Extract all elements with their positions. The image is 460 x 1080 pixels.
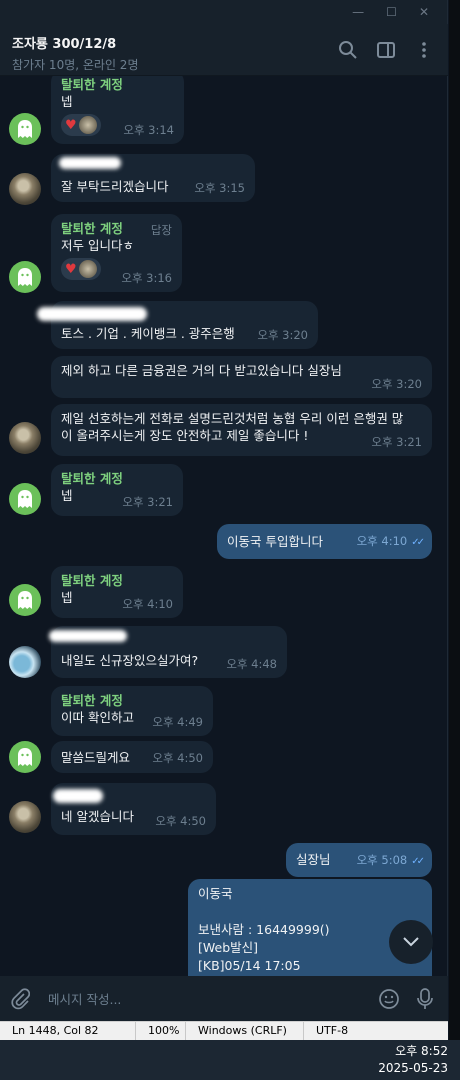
message-bubble[interactable]: 탈퇴한 계정 이따 확인하고 오후 4:49 [51,686,213,736]
reaction-chip[interactable]: ♥ [61,114,101,136]
ghost-icon [18,268,32,286]
more-menu-icon[interactable] [414,40,434,60]
title-bar: — ☐ ✕ [0,0,447,24]
message-time: 오후 3:21 [371,435,422,449]
message-time: 오후 4:50 [155,814,206,828]
message-bubble[interactable]: 탈퇴한 계정 답장 저두 입니다ㅎ ♥ 오후 3:16 [51,214,182,292]
system-clock[interactable]: 오후 8:52 2025-05-23 [378,1043,448,1077]
line-endings: Windows (CRLF) [186,1022,304,1040]
taskbar: 오후 8:52 2025-05-23 [0,1040,460,1080]
user-avatar[interactable] [9,801,41,833]
ghost-icon [18,591,32,609]
message-time: 오후 3:15 [194,181,245,195]
telegram-window: — ☐ ✕ 조자룡 300/12/8 참가자 10명, 온라인 2명 탈퇴한 계… [0,0,448,1021]
background-window-edge [449,0,460,1040]
message-text: 넵 [61,94,73,109]
message-bubble[interactable]: 제외 하고 다른 금융권은 거의 다 받고있습니다 실장님 오후 3:20 [51,356,432,398]
message-bubble[interactable]: 말씀드릴게요 오후 4:50 [51,741,213,773]
message-input[interactable]: 메시지 작성... [48,989,378,1008]
message-text: 저두 입니다ㅎ [61,238,134,253]
message-bubble[interactable]: 토스 . 기업 . 케이뱅크 . 광주은행 오후 3:20 [37,301,318,349]
close-button[interactable]: ✕ [419,5,429,19]
reply-label[interactable]: 답장 [151,222,172,239]
message-meta: 오후 5:08 ✓✓ [356,852,425,870]
redacted-name [49,630,127,642]
composer: 메시지 작성... [0,976,448,1021]
reactor-avatar [78,116,97,134]
message-bubble[interactable]: 탈퇴한 계정 넵 오후 3:21 [51,464,183,516]
maximize-button[interactable]: ☐ [386,5,397,19]
message-time: 오후 4:10 [356,534,408,548]
message-bubble[interactable]: 탈퇴한 계정 넵 오후 4:10 [51,566,183,618]
ghost-avatar[interactable] [9,113,41,145]
search-icon[interactable] [338,40,358,60]
outgoing-message-bubble[interactable]: 실장님 오후 5:08 ✓✓ [286,843,432,877]
message-bubble[interactable]: 탈퇴한 계정 넵 ♥ 오후 3:14 [51,76,184,144]
outgoing-message-bubble[interactable]: 이동국 투입합니다 오후 4:10 ✓✓ [217,524,432,559]
message-time: 오후 3:16 [121,271,172,285]
zoom-level: 100% [136,1022,186,1040]
message-list[interactable]: 탈퇴한 계정 넵 ♥ 오후 3:14 잘 부탁드리겠습니다 오후 3:15 탈퇴… [0,76,448,976]
clock-date: 2025-05-23 [378,1061,448,1075]
sender-name[interactable]: 탈퇴한 계정 [61,76,174,93]
chat-header[interactable]: 조자룡 300/12/8 참가자 10명, 온라인 2명 [0,24,448,76]
message-bubble[interactable]: 네 알겠습니다 오후 4:50 [51,783,216,835]
message-time: 오후 3:14 [123,123,174,137]
scroll-to-bottom-button[interactable] [389,920,433,964]
message-time: 오후 4:50 [152,751,203,765]
heart-icon: ♥ [65,117,77,133]
message-time: 오후 4:10 [122,597,173,611]
message-text: 보낸사람 : 16449999() [198,922,330,937]
message-time: 오후 4:48 [226,657,277,671]
sender-name[interactable]: 탈퇴한 계정 [61,470,173,487]
message-time: 오후 3:21 [122,495,173,509]
redacted-name [59,157,121,169]
message-bubble[interactable]: 잘 부탁드리겠습니다 오후 3:15 [51,154,255,202]
reactor-avatar [78,260,97,278]
clock-time: 오후 8:52 [395,1044,448,1058]
message-text: 제외 하고 다른 금융권은 거의 다 받고있습니다 실장님 [61,363,342,378]
read-checks-icon: ✓✓ [411,856,425,867]
minimize-button[interactable]: — [352,5,364,19]
message-text: 이동국 [198,886,233,901]
message-time: 오후 3:20 [257,328,308,342]
message-bubble[interactable]: 내일도 신규장있으실가여? 오후 4:48 [49,626,287,678]
sender-name[interactable]: 탈퇴한 계정 [61,692,203,709]
message-text: [KB]05/14 17:05 [198,958,301,973]
sender-name[interactable]: 탈퇴한 계정 [61,572,173,589]
encoding: UTF-8 [316,1024,349,1037]
user-avatar[interactable] [9,422,41,454]
chevron-down-icon [403,937,419,947]
message-time: 오후 3:20 [371,377,422,391]
redacted-name [53,789,103,803]
message-bubble[interactable]: 제일 선호하는게 전화로 설명드린것처럼 농협 우리 이런 은행권 많이 올려주… [51,404,432,456]
ghost-icon [18,120,32,138]
message-time: 오후 5:08 [356,853,408,867]
emoji-icon[interactable] [378,988,400,1010]
reaction-chip[interactable]: ♥ [61,258,101,280]
microphone-icon[interactable] [416,987,434,1011]
ghost-avatar[interactable] [9,584,41,616]
sidebar-toggle-icon[interactable] [376,40,396,60]
message-time: 오후 4:49 [152,715,203,729]
attach-icon[interactable] [10,987,30,1010]
message-text: 제일 선호하는게 전화로 설명드린것처럼 농협 우리 이런 은행권 많이 올려주… [61,411,404,443]
message-meta: 오후 4:10 ✓✓ [356,533,425,551]
heart-icon: ♥ [65,261,77,277]
ghost-avatar[interactable] [9,741,41,773]
redacted-name [37,307,147,321]
ghost-avatar[interactable] [9,261,41,293]
ghost-avatar[interactable] [9,483,41,515]
read-checks-icon: ✓✓ [411,537,425,548]
ghost-icon [18,490,32,508]
editor-status-bar: Ln 1448, Col 82 100% Windows (CRLF) UTF-… [0,1021,448,1040]
user-avatar[interactable] [9,173,41,205]
user-avatar[interactable] [9,646,41,678]
cursor-position: Ln 1448, Col 82 [0,1022,136,1040]
ghost-icon [18,748,32,766]
